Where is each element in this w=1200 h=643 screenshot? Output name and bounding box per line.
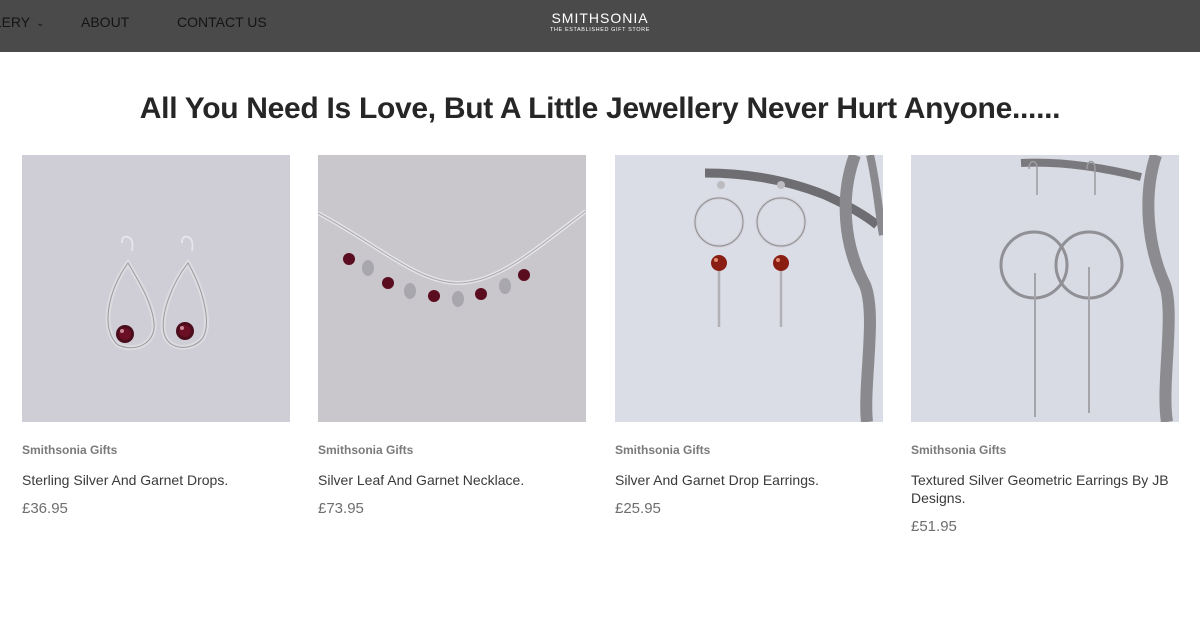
product-vendor: Smithsonia Gifts: [22, 443, 118, 457]
brand-name: SMITHSONIA: [551, 10, 649, 26]
chevron-down-icon: ⌄: [36, 18, 45, 29]
product-card: Smithsonia Gifts Silver And Garnet Drop …: [615, 155, 883, 517]
product-image-teardrop-earrings[interactable]: [22, 155, 290, 422]
product-vendor: Smithsonia Gifts: [615, 443, 711, 457]
brand-tagline: THE ESTABLISHED GIFT STORE: [550, 27, 650, 33]
product-card: Smithsonia Gifts Textured Silver Geometr…: [911, 155, 1179, 535]
product-price: £73.95: [318, 500, 364, 517]
product-title[interactable]: Silver And Garnet Drop Earrings.: [615, 471, 883, 489]
nav-about[interactable]: ABOUT: [81, 14, 129, 30]
nav-gallery[interactable]: LLERY ⌄: [0, 14, 45, 30]
product-image-leaf-necklace[interactable]: [318, 155, 586, 422]
collection-headline: All You Need Is Love, But A Little Jewel…: [139, 92, 1061, 125]
product-price: £36.95: [22, 500, 68, 517]
product-title[interactable]: Textured Silver Geometric Earrings By JB…: [911, 471, 1179, 507]
product-vendor: Smithsonia Gifts: [318, 443, 414, 457]
nav-gallery-label: LLERY: [0, 14, 31, 30]
nav-contact-us[interactable]: CONTACT US: [177, 14, 267, 30]
header-bar: LLERY ⌄ ABOUT CONTACT US SMITHSONIA THE E…: [0, 0, 1200, 52]
product-title[interactable]: Sterling Silver And Garnet Drops.: [22, 471, 290, 489]
product-card: Smithsonia Gifts Silver Leaf And Garnet …: [318, 155, 586, 517]
product-price: £25.95: [615, 500, 661, 517]
brand-logo[interactable]: SMITHSONIA THE ESTABLISHED GIFT STORE: [520, 10, 680, 33]
product-card: Smithsonia Gifts Sterling Silver And Gar…: [22, 155, 290, 517]
product-image-garnet-drop-earrings[interactable]: [615, 155, 883, 422]
product-price: £51.95: [911, 518, 957, 535]
product-image-textured-hoop-earrings[interactable]: [911, 155, 1179, 422]
product-title[interactable]: Silver Leaf And Garnet Necklace.: [318, 471, 586, 489]
product-vendor: Smithsonia Gifts: [911, 443, 1007, 457]
